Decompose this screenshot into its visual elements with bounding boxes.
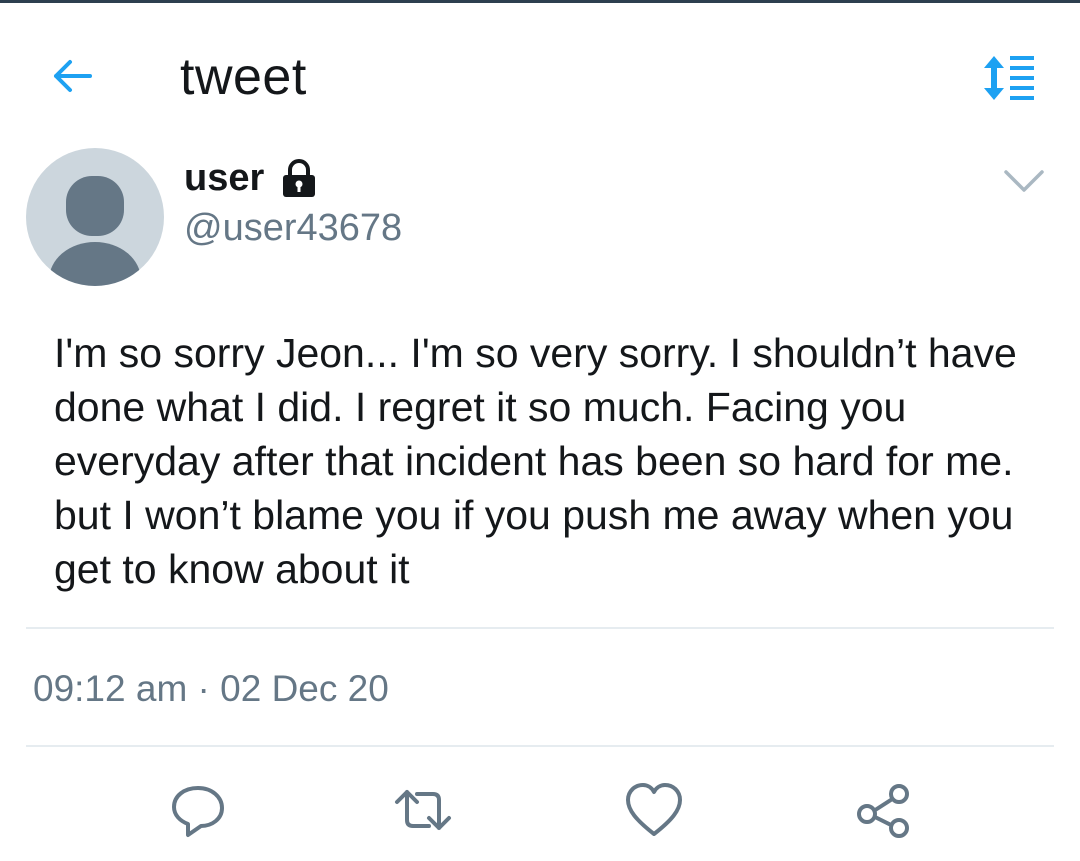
back-button[interactable]: [40, 52, 104, 100]
status-bar-divider: [0, 0, 1080, 3]
page-title: tweet: [180, 48, 307, 106]
default-avatar-icon: [49, 176, 141, 286]
sort-button[interactable]: [982, 54, 1038, 102]
author-name[interactable]: user: [184, 157, 264, 200]
like-button[interactable]: [624, 780, 684, 840]
share-button[interactable]: [853, 780, 913, 840]
share-icon: [857, 784, 909, 838]
retweet-button[interactable]: [393, 780, 453, 840]
avatar[interactable]: [26, 148, 164, 286]
divider: [26, 745, 1054, 747]
author-name-row: user: [184, 155, 318, 201]
author-handle[interactable]: @user43678: [184, 207, 402, 250]
chevron-down-icon: [1004, 170, 1044, 192]
sort-list-icon: [984, 56, 1034, 100]
app-header: tweet: [0, 20, 1080, 132]
tweet-menu-button[interactable]: [1000, 162, 1048, 198]
tweet-text: I'm so sorry Jeon... I'm so very sorry. …: [54, 330, 1017, 592]
retweet-icon: [395, 790, 451, 830]
reply-icon: [172, 786, 224, 837]
divider: [26, 627, 1054, 629]
reply-button[interactable]: [168, 780, 228, 840]
tweet-timestamp: 09:12 am · 02 Dec 20: [33, 668, 389, 709]
heart-icon: [626, 783, 682, 836]
arrow-left-icon: [54, 60, 92, 92]
lock-icon: [283, 159, 316, 197]
